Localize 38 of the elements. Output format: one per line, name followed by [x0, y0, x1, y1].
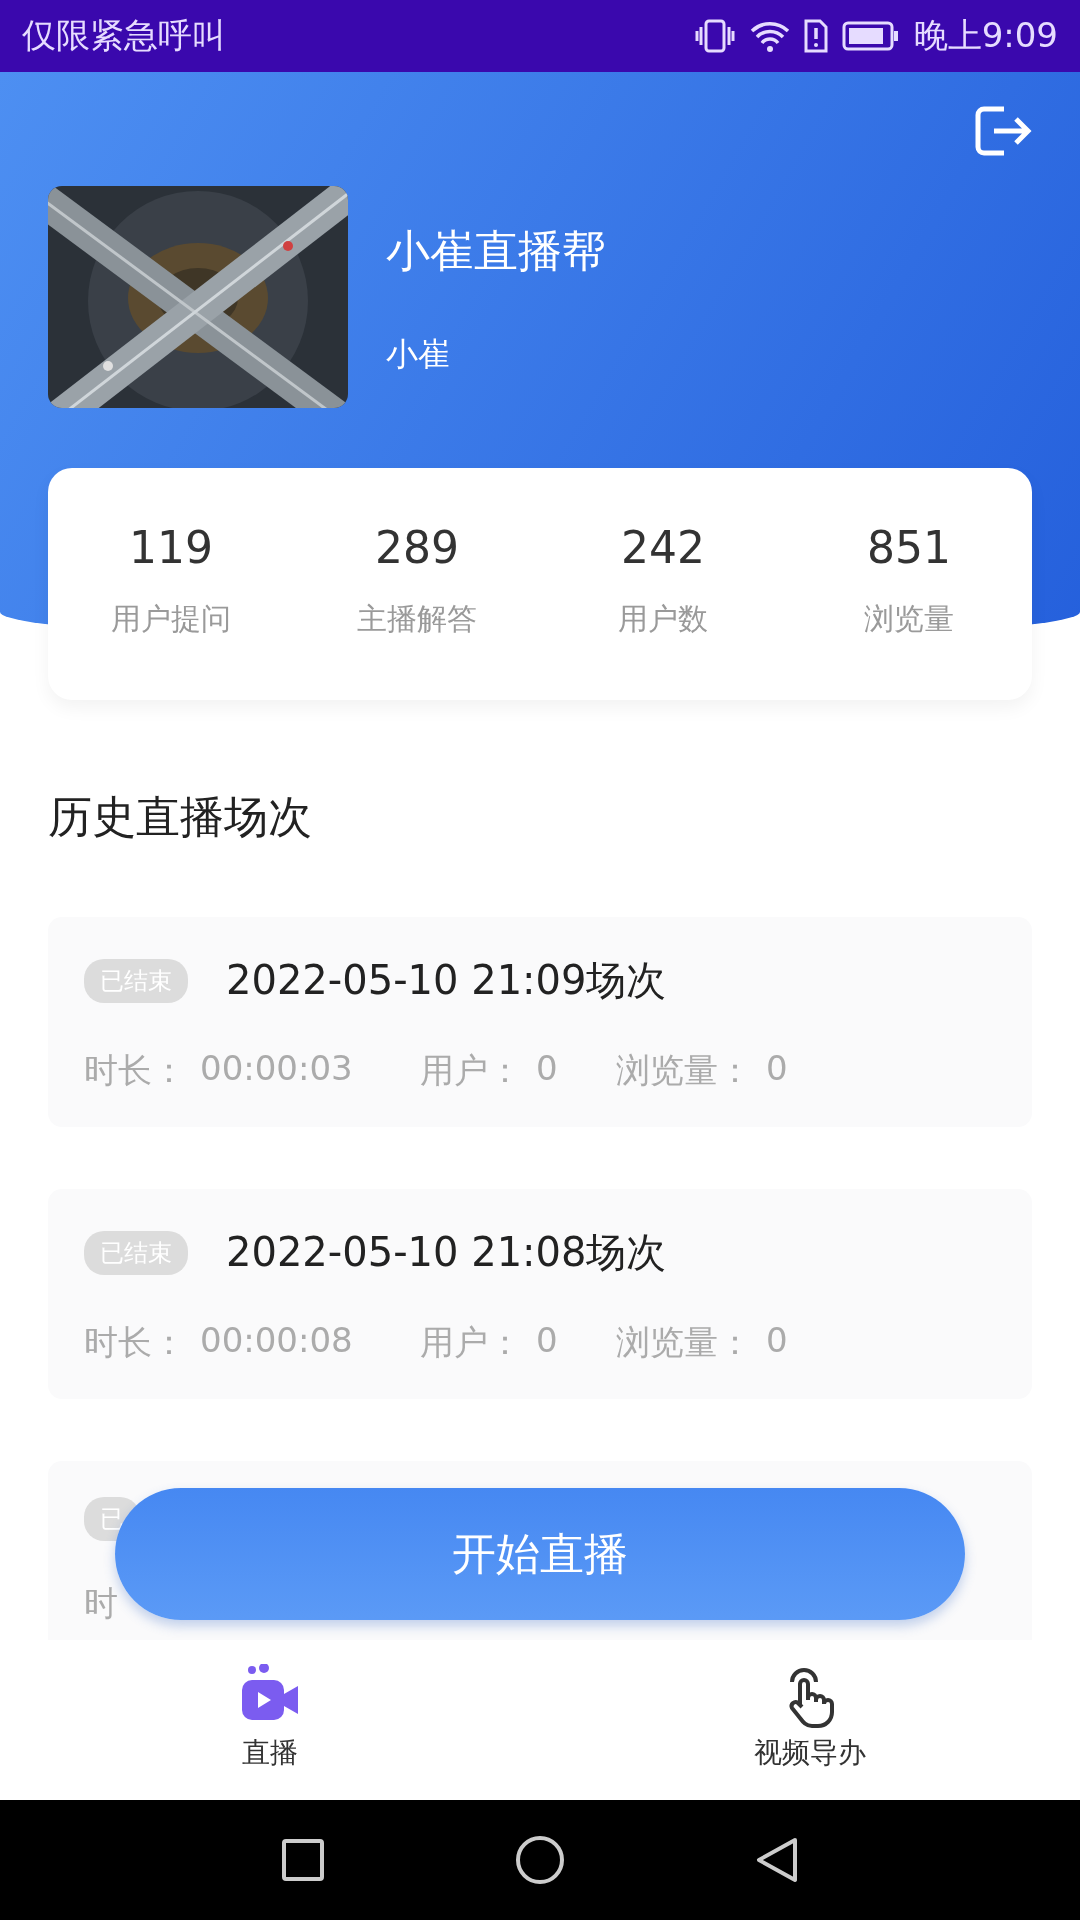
- recents-button[interactable]: [281, 1838, 325, 1882]
- stat-label: 主播解答: [357, 600, 477, 638]
- duration-value: 00:00:03: [200, 1048, 353, 1090]
- carrier-text: 仅限紧急呼叫: [22, 14, 226, 57]
- channel-title: 小崔直播帮: [386, 224, 606, 278]
- wifi-icon: [749, 19, 790, 53]
- vibrate-icon: [693, 19, 736, 53]
- duration-value: 00:00:08: [200, 1320, 353, 1362]
- clock-text: 晚上9:09: [913, 14, 1058, 57]
- stat-value: 289: [375, 522, 459, 573]
- users-label: 用户：: [420, 1049, 522, 1092]
- battery-icon: [841, 21, 900, 51]
- logout-icon[interactable]: [974, 105, 1032, 157]
- back-button[interactable]: [755, 1836, 799, 1884]
- stat-value: 242: [621, 522, 705, 573]
- users-label: 用户：: [420, 1321, 522, 1364]
- stat-label: 浏览量: [864, 600, 954, 638]
- users-value: 0: [536, 1048, 558, 1090]
- stat-label: 用户提问: [111, 600, 231, 638]
- tab-item[interactable]: 视频导办: [540, 1640, 1080, 1800]
- views-label: 浏览量：: [616, 1049, 752, 1092]
- duration-label: 时长：: [84, 1321, 186, 1364]
- section-title: 历史直播场次: [48, 790, 313, 844]
- stat-value: 119: [129, 522, 213, 573]
- duration-label: 时长：: [84, 1049, 186, 1092]
- users-value: 0: [536, 1320, 558, 1362]
- sim-alert-icon: [803, 19, 828, 53]
- host-name: 小崔: [386, 334, 451, 375]
- home-button[interactable]: [515, 1835, 565, 1885]
- views-label: 浏览量：: [616, 1321, 752, 1364]
- session-title: 2022-05-10 21:09场次: [226, 956, 667, 1005]
- views-value: 0: [766, 1048, 788, 1090]
- views-value: 0: [766, 1320, 788, 1362]
- duration-label: 时: [84, 1582, 118, 1625]
- stat-label: 用户数: [618, 600, 708, 638]
- tab-item[interactable]: 直播: [0, 1640, 540, 1800]
- session-title: 2022-05-10 21:08场次: [226, 1228, 667, 1277]
- stat-value: 851: [867, 522, 951, 573]
